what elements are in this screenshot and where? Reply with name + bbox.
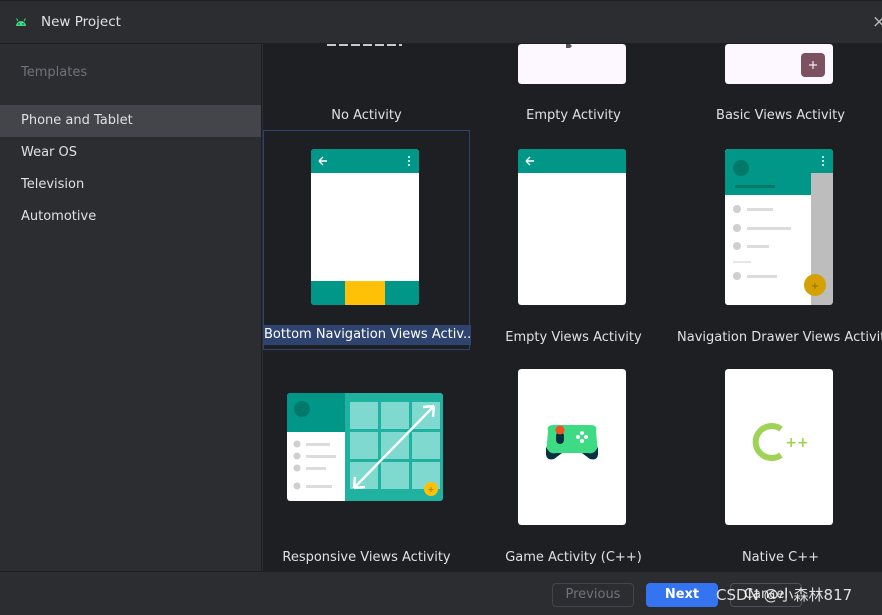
next-button[interactable]: Next [646, 583, 718, 607]
template-gallery: No Activity Empty Activity Basic Views A… [263, 44, 882, 571]
sidebar-item-wear-os[interactable]: Wear OS [0, 137, 261, 169]
svg-text:++: ++ [785, 435, 808, 451]
template-card-basic-views-activity[interactable]: Basic Views Activity [677, 44, 882, 130]
close-icon[interactable]: × [872, 12, 882, 32]
native-cpp-thumbnail: ++ [725, 369, 833, 525]
dialog-footer: Previous Next Cancel CSDN @小森林817 [0, 571, 882, 615]
android-icon [16, 18, 26, 26]
empty-activity-thumbnail [518, 44, 626, 84]
window-title: New Project [41, 14, 121, 30]
template-category-sidebar: Templates Phone and Tablet Wear OS Telev… [0, 44, 262, 571]
no-activity-thumbnail [327, 44, 402, 46]
template-label: Empty Views Activity [505, 330, 642, 345]
template-card-responsive-views-activity[interactable]: + Responsive Views Activity [263, 350, 470, 570]
template-label: Empty Activity [526, 108, 621, 123]
template-label: Game Activity (C++) [505, 550, 642, 565]
sidebar-heading: Templates [21, 65, 88, 80]
template-label: No Activity [331, 108, 402, 123]
navigation-drawer-thumbnail: + [725, 149, 833, 305]
template-card-navigation-drawer-views-activity[interactable]: + Navigation Drawer Views Activity [677, 130, 882, 350]
template-card-no-activity[interactable]: No Activity [263, 44, 470, 130]
template-card-empty-activity[interactable]: Empty Activity [470, 44, 677, 130]
sidebar-item-automotive[interactable]: Automotive [0, 201, 261, 233]
template-card-bottom-navigation-views-activity[interactable]: Bottom Navigation Views Activ... [263, 130, 471, 350]
sidebar-item-phone-and-tablet[interactable]: Phone and Tablet [0, 105, 261, 137]
svg-text:+: + [428, 485, 435, 494]
sidebar-item-television[interactable]: Television [0, 169, 261, 201]
game-activity-thumbnail [518, 369, 626, 525]
template-label: Navigation Drawer Views Activity [677, 330, 882, 345]
title-bar: New Project × [0, 0, 882, 44]
previous-button[interactable]: Previous [552, 583, 634, 607]
template-label: Bottom Navigation Views Activ... [264, 325, 471, 345]
template-label: Native C++ [741, 550, 820, 565]
basic-views-activity-thumbnail [725, 44, 833, 84]
svg-text:+: + [811, 281, 819, 292]
template-label: Responsive Views Activity [282, 550, 451, 565]
responsive-views-thumbnail: + [287, 393, 443, 501]
bottom-navigation-thumbnail [311, 149, 419, 305]
template-card-empty-views-activity[interactable]: Empty Views Activity [470, 130, 677, 350]
template-card-game-activity-cpp[interactable]: Game Activity (C++) [470, 350, 677, 570]
window-top-border [0, 0, 882, 1]
template-card-native-cpp[interactable]: ++ Native C++ [677, 350, 882, 570]
template-label: Basic Views Activity [716, 108, 845, 123]
watermark: CSDN @小森林817 [716, 586, 853, 604]
empty-views-activity-thumbnail [518, 149, 626, 305]
